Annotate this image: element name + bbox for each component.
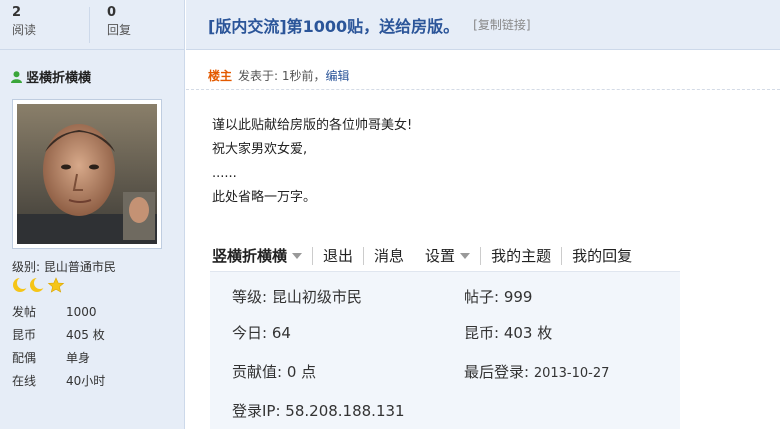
stats-divider bbox=[89, 7, 90, 43]
emb-last-login: 最后登录: 2013-10-27 bbox=[464, 361, 609, 382]
embedded-screenshot: 竖横折横横 退出 消息 设置 我的主题 我的回复 等级: 昆山初级市民 帖子: … bbox=[210, 240, 680, 429]
menu-divider bbox=[480, 246, 482, 265]
embedded-username: 竖横折横横 bbox=[212, 247, 288, 265]
replies-label: 回复 bbox=[107, 23, 132, 37]
thread-title: [版内交流]第1000贴，送给房版。 bbox=[208, 16, 460, 36]
emb-contribution: 贡献值: 0 点 bbox=[232, 363, 317, 381]
info-value: 40小时 bbox=[66, 374, 106, 388]
author-name-row[interactable]: 竖横折横横 bbox=[11, 67, 91, 86]
edit-link[interactable]: 编辑 bbox=[326, 69, 350, 83]
menu-messages: 消息 bbox=[374, 247, 405, 265]
post-time: 发表于: 1秒前， bbox=[238, 69, 326, 83]
post-meta: 楼主 发表于: 1秒前，编辑 bbox=[208, 67, 350, 84]
replies-stat: 0 回复 bbox=[107, 5, 131, 39]
emb-login-ip: 登录IP: 58.208.188.131 bbox=[232, 402, 405, 420]
menu-my-replies: 我的回复 bbox=[572, 247, 633, 265]
emb-last-login-date: 2013-10-27 bbox=[533, 366, 610, 381]
moon-icon bbox=[13, 277, 29, 292]
embedded-user-bar: 竖横折横横 退出 消息 设置 我的主题 我的回复 bbox=[210, 240, 680, 272]
meta-divider bbox=[186, 89, 780, 90]
online-user-icon bbox=[11, 71, 22, 83]
chevron-down-icon bbox=[292, 252, 303, 259]
avatar[interactable] bbox=[12, 99, 162, 249]
replies-count: 0 bbox=[107, 5, 117, 20]
post-line: 谨以此贴献给房版的各位帅哥美女! bbox=[212, 118, 413, 133]
info-row-online: 在线 40小时 bbox=[12, 372, 105, 395]
info-key: 配偶 bbox=[12, 351, 37, 365]
moon-icon bbox=[30, 277, 46, 292]
rank-icons bbox=[12, 276, 72, 294]
menu-logout: 退出 bbox=[323, 247, 354, 265]
info-row-coins: 昆币 405 枚 bbox=[12, 326, 105, 349]
menu-divider bbox=[561, 246, 563, 265]
info-value: 405 枚 bbox=[66, 328, 105, 342]
info-row-posts: 发帖 1000 bbox=[12, 303, 105, 326]
emb-posts: 帖子: 999 bbox=[464, 288, 533, 306]
menu-gap bbox=[414, 247, 415, 265]
star-icon bbox=[47, 277, 65, 293]
info-key: 发帖 bbox=[12, 305, 37, 319]
menu-settings: 设置 bbox=[425, 247, 456, 265]
post-line: 祝大家男欢女爱, bbox=[212, 142, 308, 157]
owner-badge: 楼主 bbox=[208, 69, 233, 83]
info-value: 1000 bbox=[66, 305, 97, 319]
copy-link[interactable]: [复制链接] bbox=[473, 16, 530, 33]
info-value: 单身 bbox=[66, 351, 91, 365]
author-name[interactable]: 竖横折横横 bbox=[26, 71, 91, 86]
views-label: 阅读 bbox=[12, 23, 37, 37]
emb-coins: 昆币: 403 枚 bbox=[464, 324, 553, 342]
emb-today: 今日: 64 bbox=[232, 324, 291, 342]
views-stat: 2 阅读 bbox=[12, 5, 36, 39]
info-key: 在线 bbox=[12, 374, 37, 388]
author-info: 发帖 1000 昆币 405 枚 配偶 单身 在线 40小时 bbox=[12, 303, 105, 395]
chevron-down-icon bbox=[460, 252, 471, 259]
thread-header: [版内交流]第1000贴，送给房版。 [复制链接] bbox=[186, 0, 780, 50]
post-body: 谨以此贴献给房版的各位帅哥美女! 祝大家男欢女爱, ...... 此处省略一万字… bbox=[212, 114, 412, 210]
info-row-spouse: 配偶 单身 bbox=[12, 349, 105, 372]
emb-level: 等级: 昆山初级市民 bbox=[232, 288, 362, 306]
menu-divider bbox=[363, 246, 365, 265]
author-sidebar: 2 阅读 0 回复 竖横折横横 级别: 昆山普通市民 发帖 1000 昆币 40… bbox=[0, 0, 185, 429]
views-count: 2 bbox=[12, 5, 22, 20]
menu-divider bbox=[312, 246, 314, 265]
post-area: [版内交流]第1000贴，送给房版。 [复制链接] 楼主 发表于: 1秒前，编辑 … bbox=[186, 0, 780, 429]
emb-last-login-label: 最后登录: bbox=[464, 363, 530, 381]
info-key: 昆币 bbox=[12, 328, 37, 342]
author-level: 级别: 昆山普通市民 bbox=[12, 260, 116, 274]
thread-stats: 2 阅读 0 回复 bbox=[0, 0, 184, 50]
avatar-image bbox=[17, 104, 157, 244]
post-line: 此处省略一万字。 bbox=[212, 190, 317, 205]
post-line: ...... bbox=[212, 166, 237, 181]
menu-my-topics: 我的主题 bbox=[491, 247, 552, 265]
